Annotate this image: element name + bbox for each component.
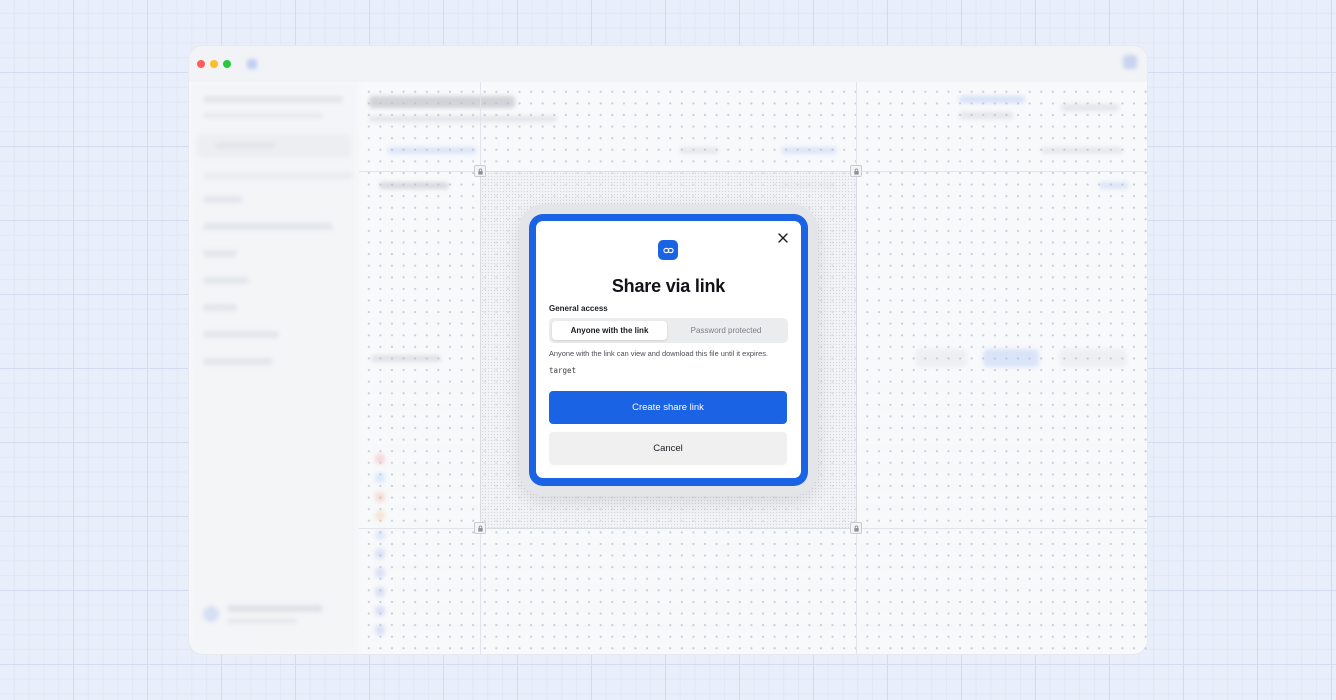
window-close-dot[interactable]	[197, 60, 205, 68]
lock-icon	[477, 525, 483, 532]
close-button[interactable]	[776, 231, 790, 245]
access-toggle: Anyone with the link Password protected	[549, 318, 788, 343]
lock-icon	[853, 525, 859, 532]
window-minimize-dot[interactable]	[210, 60, 218, 68]
link-icon	[658, 240, 678, 260]
resize-handle-top-left[interactable]	[474, 165, 486, 177]
modal-title: Share via link	[611, 276, 726, 296]
resize-handle-bottom-left[interactable]	[474, 522, 486, 534]
resize-handle-top-right[interactable]	[850, 165, 862, 177]
window-titlebar	[189, 46, 1147, 82]
cancel-button[interactable]: Cancel	[549, 432, 787, 465]
lock-icon	[853, 168, 859, 175]
resize-handle-bottom-right[interactable]	[850, 522, 862, 534]
option-password-protected[interactable]: Password protected	[667, 321, 785, 340]
general-access-label: General access	[549, 304, 608, 313]
option-anyone-with-link[interactable]: Anyone with the link	[552, 321, 667, 340]
lock-icon	[477, 168, 483, 175]
close-icon	[778, 233, 788, 243]
app-logo-icon	[247, 59, 257, 69]
access-description: Anyone with the link can view and downlo…	[549, 349, 768, 358]
target-text: target	[549, 366, 577, 375]
sidebar-user-avatar	[203, 606, 219, 622]
sidebar	[189, 82, 359, 654]
create-share-link-button[interactable]: Create share link	[549, 391, 787, 424]
share-modal: Share via link General access Anyone wit…	[536, 221, 801, 478]
avatar	[1123, 55, 1137, 69]
window-zoom-dot[interactable]	[223, 60, 231, 68]
